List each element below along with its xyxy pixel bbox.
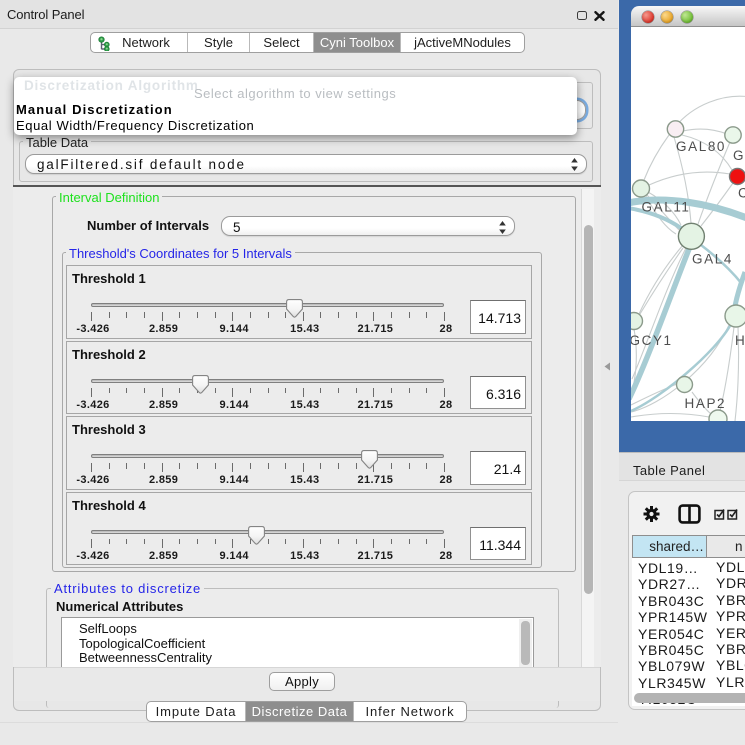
svg-text:GAL80: GAL80 [676, 139, 726, 154]
svg-text:GAL4: GAL4 [692, 252, 733, 267]
svg-text:GAL11: GAL11 [642, 200, 691, 215]
svg-text:G.: G. [733, 148, 745, 163]
svg-text:H: H [735, 333, 745, 348]
svg-text:C: C [738, 186, 745, 201]
svg-text:HAP2: HAP2 [685, 396, 727, 411]
svg-text:GCY1: GCY1 [631, 333, 673, 348]
